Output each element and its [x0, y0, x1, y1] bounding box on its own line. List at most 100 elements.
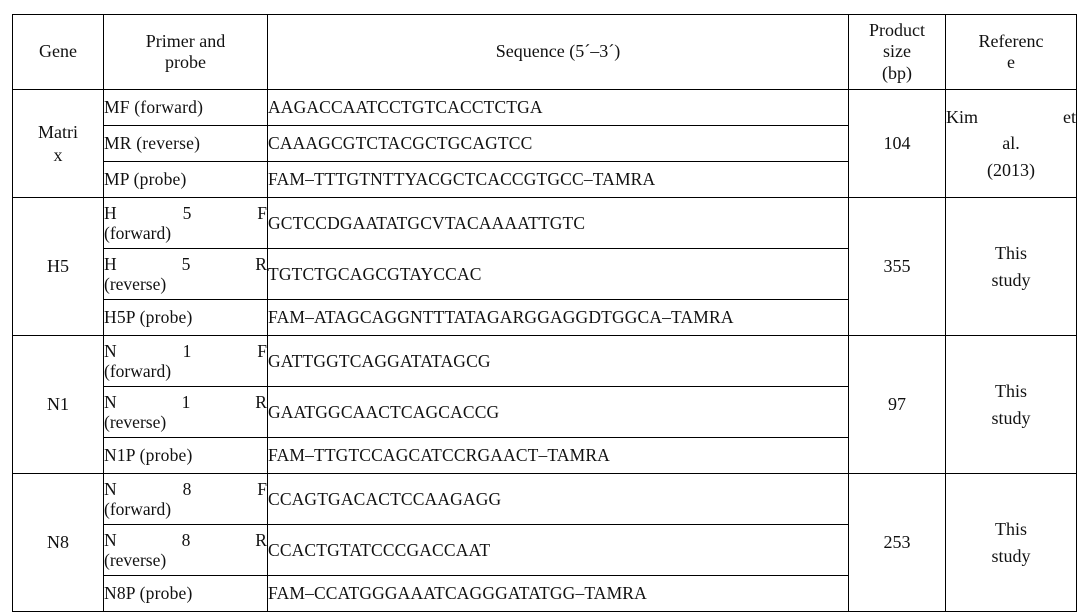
- gene-cell: H5: [12, 197, 104, 336]
- gene-label-line1: Matri: [38, 122, 78, 142]
- primer-label-token1: N: [104, 340, 117, 361]
- primer-label-line2: (forward): [104, 498, 172, 519]
- reference-line3: (2013): [987, 159, 1035, 180]
- reference-line1: This: [994, 381, 1027, 402]
- primer-label-token1: N: [104, 529, 117, 550]
- sequence-cell: FAM–TTGTCCAGCATCCRGAACT–TAMRA: [267, 437, 849, 474]
- reference-cell: This study: [945, 335, 1077, 474]
- primer-label-token3: R: [255, 391, 267, 412]
- primer-label: MF (forward): [104, 97, 204, 117]
- primer-label-line1: N 1 R: [104, 392, 267, 413]
- header-cell-sequence: Sequence (5´–3´): [267, 14, 849, 90]
- primer-label-cell: H 5 R (reverse): [103, 248, 268, 300]
- sequence-cell: CCACTGTATCCCGACCAAT: [267, 524, 849, 576]
- sequence-cell: FAM–TTTGTNTTYACGCTCACCGTGCC–TAMRA: [267, 161, 849, 198]
- table-row: N8 N 8 F (forward) CCAGTGACACTCCAAGAGG 2…: [12, 473, 1077, 612]
- header-label-size-line2: size: [883, 41, 911, 62]
- table-row: H5 H 5 F (forward) GCTCCDGAATATGCVTACAAA…: [12, 197, 1077, 336]
- primer-label: N8P (probe): [104, 583, 193, 603]
- primer-probe-table: Gene Primer and probe Sequence (5´–3´) P…: [12, 14, 1077, 612]
- header-label-gene: Gene: [39, 41, 77, 62]
- primer-label: H5P (probe): [104, 307, 193, 327]
- primer-label-token3: F: [257, 478, 267, 499]
- sequence-cell: GAATGGCAACTCAGCACCG: [267, 386, 849, 438]
- reference-cell: Kim et al. (2013): [945, 89, 1077, 198]
- primer-label-cell: N 1 R (reverse): [103, 386, 268, 438]
- primer-label-line1: N 8 R: [104, 530, 267, 551]
- reference-line1-part2: et: [1063, 107, 1076, 128]
- primer-label-token2: 5: [181, 253, 191, 274]
- primer-label-token1: H: [104, 253, 117, 274]
- sequence-cell: TGTCTGCAGCGTAYCCAC: [267, 248, 849, 300]
- primer-label-token2: 8: [181, 529, 191, 550]
- primer-label-line2: (forward): [104, 360, 172, 381]
- reference-line1: Kim et: [946, 104, 1076, 130]
- sequence-cell: FAM–ATAGCAGGNTTTATAGARGGAGGDTGGCA–TAMRA: [267, 299, 849, 336]
- gene-label-line2: x: [53, 144, 63, 165]
- primer-label-token1: N: [104, 478, 117, 499]
- primer-label-cell: N 8 F (forward): [103, 473, 268, 525]
- reference-line2: study: [991, 545, 1031, 566]
- reference-line1: This: [994, 243, 1027, 264]
- primer-label: MP (probe): [104, 169, 187, 189]
- primer-label-cell: MF (forward): [103, 89, 268, 126]
- sequence-cell: AAGACCAATCCTGTCACCTCTGA: [267, 89, 849, 126]
- primer-table-container: Gene Primer and probe Sequence (5´–3´) P…: [12, 14, 1077, 612]
- primer-label-line2: (reverse): [104, 273, 167, 294]
- sequence-cell: FAM–CCATGGGAAATCAGGGATATGG–TAMRA: [267, 575, 849, 612]
- primer-label-token3: R: [255, 529, 267, 550]
- header-label-primer-line2: probe: [165, 52, 206, 72]
- reference-line2: study: [991, 269, 1031, 290]
- sequence-cell: CAAAGCGTCTACGCTGCAGTCC: [267, 125, 849, 162]
- primer-label-line1: H 5 R: [104, 254, 267, 275]
- primer-label-cell: MR (reverse): [103, 125, 268, 162]
- primer-label-cell: N 1 F (forward): [103, 335, 268, 387]
- table-row: N1 N 1 F (forward) GATTGGTCAGGATATAGCG 9…: [12, 335, 1077, 474]
- product-size-cell: 355: [848, 197, 946, 336]
- gene-cell: N8: [12, 473, 104, 612]
- header-cell-product-size: Product size (bp): [848, 14, 946, 90]
- table-row: Matri x MF (forward) AAGACCAATCCTGTCACCT…: [12, 89, 1077, 198]
- primer-label-cell: MP (probe): [103, 161, 268, 198]
- reference-cell: This study: [945, 473, 1077, 612]
- gene-cell: N1: [12, 335, 104, 474]
- reference-line1: This: [994, 519, 1027, 540]
- primer-label-cell: N1P (probe): [103, 437, 268, 474]
- primer-label-line2: (forward): [104, 222, 172, 243]
- header-label-primer-line1: Primer and: [145, 30, 226, 51]
- header-label-size-line3: (bp): [882, 62, 912, 83]
- header-label-size-line1: Product: [869, 20, 925, 41]
- product-size-cell: 97: [848, 335, 946, 474]
- header-label-reference-line2: e: [1007, 52, 1015, 72]
- primer-label-cell: H5P (probe): [103, 299, 268, 336]
- primer-label-token2: 1: [182, 340, 192, 361]
- reference-line1-part1: Kim: [946, 107, 979, 128]
- primer-label: MR (reverse): [104, 133, 201, 153]
- reference-line2: study: [991, 407, 1031, 428]
- primer-label-token2: 5: [182, 202, 192, 223]
- primer-label-line1: N 1 F: [104, 341, 267, 362]
- primer-label-token1: N: [104, 391, 117, 412]
- reference-line2: al.: [1002, 133, 1020, 154]
- header-cell-primer-and-probe: Primer and probe: [103, 14, 268, 90]
- primer-label: N1P (probe): [104, 445, 193, 465]
- header-cell-reference: Referenc e: [945, 14, 1077, 90]
- sequence-cell: GATTGGTCAGGATATAGCG: [267, 335, 849, 387]
- sequence-cell: CCAGTGACACTCCAAGAGG: [267, 473, 849, 525]
- primer-label-token3: R: [255, 253, 267, 274]
- header-label-sequence: Sequence (5´–3´): [495, 41, 621, 62]
- primer-label-line2: (reverse): [104, 411, 167, 432]
- gene-label-line1: N8: [47, 532, 69, 553]
- sequence-cell: GCTCCDGAATATGCVTACAAAATTGTC: [267, 197, 849, 249]
- primer-label-line1: N 8 F: [104, 479, 267, 500]
- header-label-reference-line1: Referenc: [978, 30, 1044, 51]
- gene-label-line1: N1: [47, 394, 69, 415]
- primer-label-token2: 8: [182, 478, 192, 499]
- primer-label-line1: H 5 F: [104, 203, 267, 224]
- primer-label-token2: 1: [181, 391, 191, 412]
- primer-label-line2: (reverse): [104, 549, 167, 570]
- header-cell-gene: Gene: [12, 14, 104, 90]
- primer-label-cell: N8P (probe): [103, 575, 268, 612]
- primer-label-token3: F: [257, 202, 267, 223]
- gene-cell: Matri x: [12, 89, 104, 198]
